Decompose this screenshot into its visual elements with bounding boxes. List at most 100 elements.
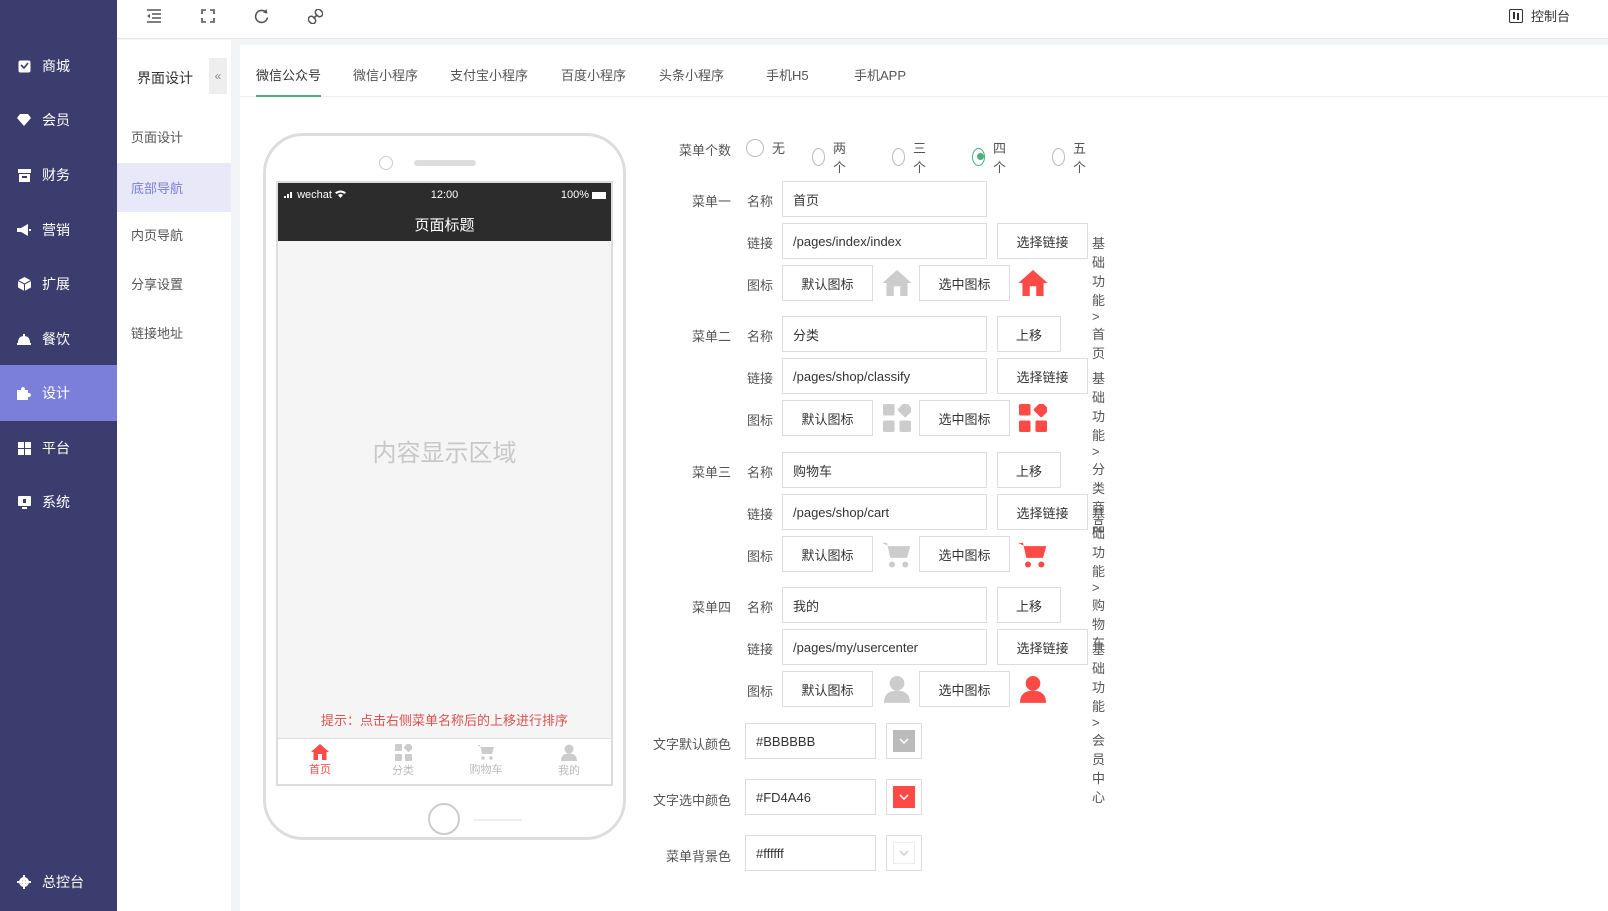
sidebar-item-extend[interactable]: 扩展: [0, 256, 117, 312]
icon-label: 图标: [746, 684, 773, 699]
sidebar-item-marketing[interactable]: 营销: [0, 202, 117, 258]
menu-fold-icon[interactable]: [143, 5, 165, 27]
tab-mobile-h5[interactable]: 手机H5: [766, 65, 809, 97]
tabbar-label: 分类: [392, 765, 414, 777]
default-icon-button[interactable]: 默认图标: [782, 265, 873, 301]
default-icon-button[interactable]: 默认图标: [782, 536, 873, 572]
tabbar-item-cart[interactable]: 购物车: [456, 744, 516, 777]
menu-count-option-five[interactable]: 五个: [1052, 138, 1091, 176]
extend-icon: [17, 277, 31, 291]
radio-circle: [892, 148, 906, 166]
menu-name-input[interactable]: 我的: [782, 587, 987, 623]
selected-icon-button[interactable]: 选中图标: [919, 400, 1010, 436]
sub-sidebar: 界面设计 « 页面设计 底部导航 内页导航 分享设置 链接地址: [117, 40, 231, 911]
menu-count-option-none[interactable]: 无: [746, 138, 785, 157]
content-area-label: 内容显示区域: [372, 440, 517, 467]
console-link[interactable]: 控制台: [1508, 6, 1570, 25]
menu-name-input[interactable]: 分类: [782, 316, 987, 352]
subnav-item-bottom-nav[interactable]: 底部导航: [117, 163, 231, 212]
sidebar-item-finance[interactable]: 财务: [0, 147, 117, 203]
sidebar-item-shop[interactable]: 商城: [0, 38, 117, 94]
sidebar-item-member[interactable]: 会员: [0, 92, 117, 148]
icon-label: 图标: [746, 413, 773, 428]
move-up-button[interactable]: 上移: [997, 452, 1061, 488]
subnav-item-inner-nav[interactable]: 内页导航: [117, 210, 231, 259]
menu-count-option-two[interactable]: 两个: [812, 138, 851, 176]
tab-alipay-mini[interactable]: 支付宝小程序: [450, 65, 528, 97]
collapse-button[interactable]: «: [209, 58, 227, 94]
menu-bg-color-label: 菜单背景色: [665, 849, 731, 864]
sidebar-item-design[interactable]: 设计: [0, 365, 117, 421]
fullscreen-icon[interactable]: [197, 5, 219, 27]
radio-label: 两个: [833, 141, 847, 175]
home-icon: [881, 267, 913, 299]
menu-bg-color-picker[interactable]: [886, 835, 922, 871]
subnav-item-page-design[interactable]: 页面设计: [117, 112, 231, 161]
selected-icon-button[interactable]: 选中图标: [919, 536, 1010, 572]
phone-camera: [379, 156, 393, 170]
top-toolbar: 控制台: [117, 0, 1608, 39]
tabbar-item-mine[interactable]: 我的: [539, 744, 599, 778]
tab-toutiao-mini[interactable]: 头条小程序: [659, 65, 724, 97]
phone-tabbar: 首页 分类 购物车 我的: [278, 738, 611, 784]
member-icon: [17, 113, 31, 127]
tabbar-item-home[interactable]: 首页: [290, 744, 350, 777]
text-selected-color-label: 文字选中颜色: [652, 793, 731, 808]
link-path-text: 基础功能>购物车: [1092, 507, 1106, 651]
sidebar-item-label: 营销: [42, 222, 70, 238]
radio-label: 五个: [1073, 141, 1087, 175]
selected-icon-button[interactable]: 选中图标: [919, 671, 1010, 707]
sidebar-item-platform[interactable]: 平台: [0, 420, 117, 476]
marketing-icon: [17, 223, 31, 237]
tabbar-label: 购物车: [469, 764, 503, 776]
category-icon: [881, 402, 913, 434]
menu-link-input[interactable]: /pages/shop/cart: [782, 494, 987, 530]
text-default-color-input[interactable]: #BBBBBB: [745, 723, 876, 759]
console-icon: [1508, 8, 1523, 23]
phone-page-title: 页面标题: [414, 217, 475, 234]
subnav-item-share-settings[interactable]: 分享设置: [117, 259, 231, 308]
choose-link-button[interactable]: 选择链接: [997, 358, 1088, 394]
tab-baidu-mini[interactable]: 百度小程序: [561, 65, 626, 97]
tabbar-label: 我的: [558, 765, 580, 777]
chevron-down-icon: [893, 842, 915, 864]
menu-count-option-four[interactable]: 四个: [972, 138, 1011, 176]
tab-mobile-app[interactable]: 手机APP: [854, 65, 906, 97]
text-default-color-picker[interactable]: [886, 723, 922, 759]
menu-link-input[interactable]: /pages/index/index: [782, 223, 987, 259]
tab-wechat-official[interactable]: 微信公众号: [256, 65, 322, 97]
link-label: 链接: [746, 642, 773, 657]
menu-count-label: 菜单个数: [678, 143, 731, 158]
battery-icon: [592, 191, 606, 199]
phone-speaker: [414, 160, 476, 166]
home-icon: [1017, 267, 1049, 299]
tabbar-item-category[interactable]: 分类: [373, 744, 433, 778]
menu-name-input[interactable]: 首页: [782, 181, 987, 217]
icon-label: 图标: [746, 278, 773, 293]
default-icon-button[interactable]: 默认图标: [782, 671, 873, 707]
sidebar-item-dashboard[interactable]: 总控台: [0, 854, 117, 910]
selected-icon-button[interactable]: 选中图标: [919, 265, 1010, 301]
menu-link-input[interactable]: /pages/my/usercenter: [782, 629, 987, 665]
menu-count-option-three[interactable]: 三个: [892, 138, 931, 176]
radio-circle: [746, 138, 764, 157]
sidebar-item-system[interactable]: 系统: [0, 474, 117, 530]
choose-link-button[interactable]: 选择链接: [997, 629, 1088, 665]
subnav-item-link-address[interactable]: 链接地址: [117, 308, 231, 357]
link-icon[interactable]: [304, 5, 326, 27]
choose-link-button[interactable]: 选择链接: [997, 494, 1088, 530]
menu-name-input[interactable]: 购物车: [782, 452, 987, 488]
text-selected-color-picker[interactable]: [886, 779, 922, 815]
default-icon-button[interactable]: 默认图标: [782, 400, 873, 436]
gear-icon: [17, 875, 31, 889]
move-up-button[interactable]: 上移: [997, 316, 1061, 352]
choose-link-button[interactable]: 选择链接: [997, 223, 1088, 259]
tab-wechat-mini[interactable]: 微信小程序: [353, 65, 418, 97]
battery-status: 100%: [561, 189, 606, 201]
text-selected-color-input[interactable]: #FD4A46: [745, 779, 876, 815]
refresh-icon[interactable]: [250, 5, 272, 27]
move-up-button[interactable]: 上移: [997, 587, 1061, 623]
sidebar-item-dining[interactable]: 餐饮: [0, 311, 117, 367]
menu-bg-color-input[interactable]: #ffffff: [745, 835, 876, 871]
menu-link-input[interactable]: /pages/shop/classify: [782, 358, 987, 394]
